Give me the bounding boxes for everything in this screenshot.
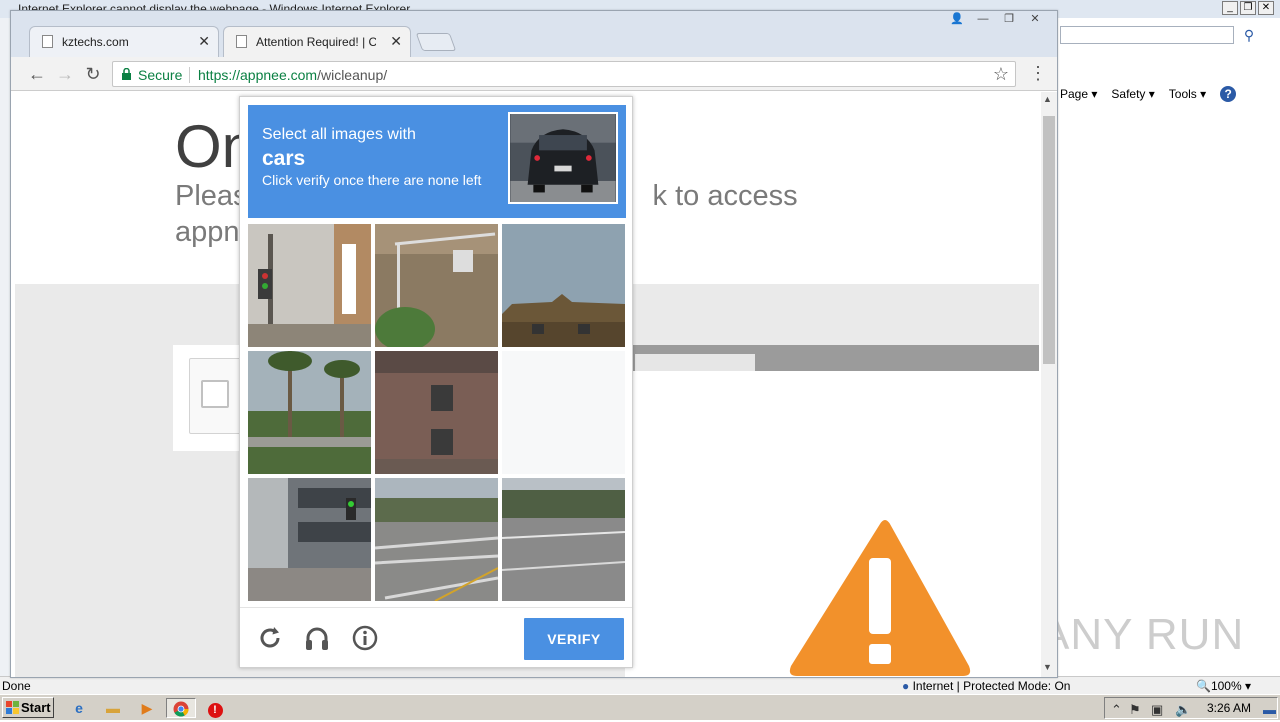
zoom-icon: 🔍 [1196,679,1211,693]
start-button[interactable]: Start [2,697,54,718]
media-player-taskbar-icon[interactable]: ▶ [132,698,162,718]
address-bar[interactable]: Secure https://appnee.com/wicleanup/ ☆ [112,61,1016,87]
folder-taskbar-icon[interactable]: ▬ [98,698,128,718]
new-tab-button[interactable] [415,33,457,51]
warning-icon [789,520,971,676]
chrome-logo-icon [173,701,189,717]
ie-zoom-level: 100% [1210,679,1242,693]
headphones-icon[interactable] [303,624,331,652]
challenge-target: cars [262,147,306,170]
image-tile[interactable] [502,224,625,347]
url-separator [189,67,190,83]
image-tile[interactable] [375,478,498,601]
minimize-button[interactable]: — [973,12,993,26]
challenge-hint: Click verify once there are none left [262,172,482,188]
anyrun-watermark: ANY RUN [1040,610,1245,659]
ie-zone-label: Internet | Protected Mode: On [912,679,1071,693]
ie-menu-page[interactable]: Page ▾ [1060,87,1097,101]
forward-arrow-icon[interactable]: → [53,62,77,86]
ie-content-area [1060,106,1280,676]
ie-menu-tools-label: Tools [1168,87,1197,101]
image-grid [248,224,626,602]
tab-label: kztechs.com [62,35,129,49]
ie-command-bar: Page ▾ Safety ▾ Tools ▾ ? [1060,84,1237,104]
ie-status-bar: Done ● Internet | Protected Mode: On 🔍10… [0,676,1280,694]
image-tile[interactable] [248,351,371,474]
start-label: Start [21,700,51,715]
image-tile[interactable] [502,478,625,601]
info-icon[interactable] [351,624,379,652]
recaptcha-checkbox[interactable] [201,380,229,408]
restore-button[interactable]: ❐ [999,12,1019,26]
close-window-button[interactable]: ✕ [1025,12,1045,26]
globe-icon: ● [902,679,910,693]
ie-restore-button[interactable]: ❐ [1240,1,1256,15]
tab-label: Attention Required! | Cloudf [256,35,376,49]
tab-strip: kztechs.com ✕ Attention Required! | Clou… [11,11,1057,57]
scroll-down-icon[interactable]: ▼ [1043,662,1052,672]
flag-icon[interactable]: ⚑ [1129,702,1141,718]
ie-menu-safety[interactable]: Safety ▾ [1111,87,1154,101]
ie-menu-safety-label: Safety [1111,87,1146,101]
network-icon[interactable]: ▣ [1151,702,1163,718]
subtitle-line2: appn [175,216,240,248]
clock[interactable]: 3:26 AM [1207,701,1251,715]
show-desktop-icon[interactable]: ▬ [1263,702,1276,717]
ie-minimize-button[interactable]: _ [1222,1,1238,15]
volume-icon[interactable]: 🔈 [1175,702,1191,718]
chrome-taskbar-icon[interactable] [166,698,196,718]
challenge-header: Select all images with cars Click verify… [248,105,626,218]
scroll-up-icon[interactable]: ▲ [1043,94,1052,104]
bookmark-star-icon[interactable]: ☆ [993,64,1009,85]
image-tile-selected[interactable] [502,351,625,474]
ie-security-zone: ● Internet | Protected Mode: On [902,679,1070,693]
chrome-window-controls: 👤 — ❐ ✕ [947,12,1045,26]
ie-zoom-control[interactable]: 🔍100% ▾ [1196,679,1251,693]
ie-search-input[interactable] [1060,26,1234,44]
url-text: https://appnee.com/wicleanup/ [198,67,387,83]
challenge-instruction: Select all images with [262,126,416,143]
subtitle-start: Pleas [175,180,248,212]
secure-label: Secure [138,67,183,83]
stop-taskbar-icon[interactable]: ! [200,698,230,718]
challenge-footer: VERIFY [240,607,632,667]
ie-window-controls: _ ❐ ✕ [1222,1,1274,15]
image-tile[interactable] [375,351,498,474]
ie-taskbar-icon[interactable]: e [64,698,94,718]
back-arrow-icon[interactable]: ← [25,62,49,86]
recaptcha-challenge: Select all images with cars Click verify… [239,96,633,668]
windows-taskbar: Start e ▬ ▶ ! ⌃ ⚑ ▣ 🔈 ▬ 3:26 AM [0,694,1280,720]
verify-button[interactable]: VERIFY [524,618,624,660]
reload-icon[interactable]: ↻ [81,62,105,86]
system-tray: ⌃ ⚑ ▣ 🔈 ▬ [1104,697,1278,719]
reload-icon[interactable] [256,624,284,652]
lock-icon [122,68,131,80]
url-host: https://appnee.com [198,67,318,83]
sample-car-image [508,112,618,204]
help-icon[interactable]: ? [1220,86,1237,102]
page-scrollbar[interactable]: ▲ ▼ [1041,92,1057,677]
menu-dots-icon[interactable]: ⋮ [1029,63,1047,84]
page-icon [42,35,53,48]
image-tile[interactable] [248,478,371,601]
ie-close-button[interactable]: ✕ [1258,1,1274,15]
ie-status-text: Done [2,679,31,693]
windows-logo-icon [6,701,19,714]
search-icon[interactable]: ⚲ [1238,25,1260,45]
tab-attention-required[interactable]: Attention Required! | Cloudf ✕ [223,26,411,57]
close-icon[interactable]: ✕ [198,33,210,50]
subtitle-end: k to access [652,180,798,212]
ie-menu-tools[interactable]: Tools ▾ [1169,87,1206,101]
page-icon [236,35,247,48]
close-icon[interactable]: ✕ [390,33,402,50]
url-path: /wicleanup/ [317,67,388,83]
image-tile[interactable] [375,224,498,347]
tab-kztechs[interactable]: kztechs.com ✕ [29,26,219,57]
scroll-thumb[interactable] [1043,116,1055,364]
profile-icon[interactable]: 👤 [947,12,967,26]
image-tile[interactable] [248,224,371,347]
ie-menu-page-label: Page [1060,87,1089,101]
browser-toolbar: ← → ↻ Secure https://appnee.com/wicleanu… [11,57,1057,91]
chevron-up-icon[interactable]: ⌃ [1111,702,1122,718]
